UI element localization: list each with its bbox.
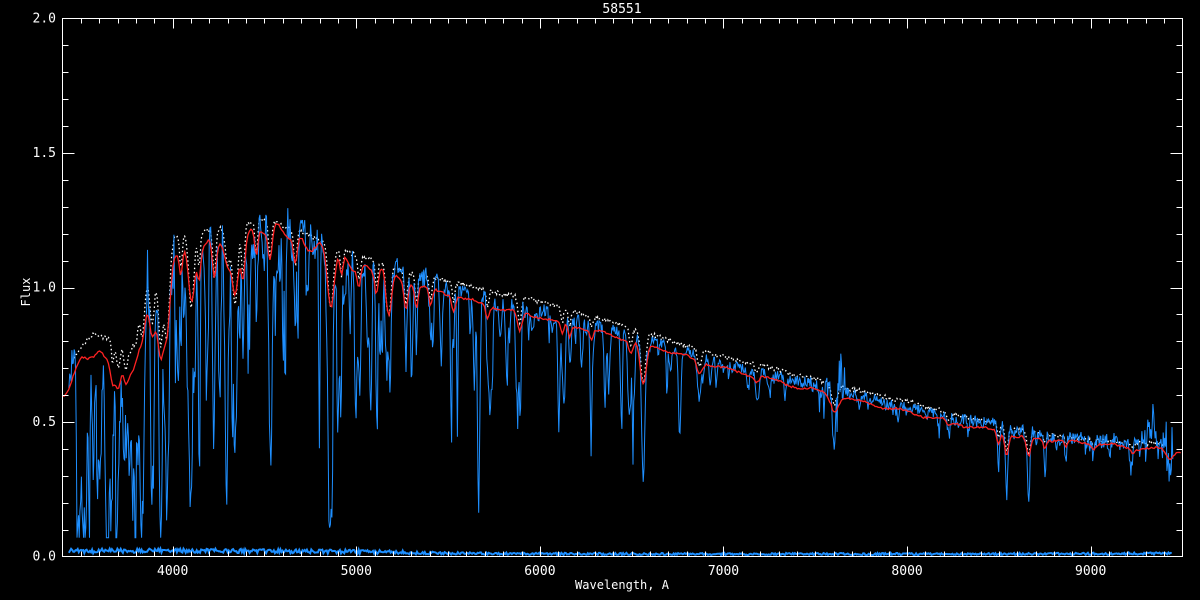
x-tick-label: 4000 — [157, 564, 188, 579]
series-layer — [62, 208, 1181, 557]
spectrum-figure: 4000 5000 6000 7000 8000 9000 0.0 0.5 1.0 1.5 2.0 … — [0, 0, 1200, 600]
y-axis-label: Flux — [19, 278, 33, 307]
y-tick-label: 1.5 — [33, 146, 56, 161]
chart-title: 58551 — [602, 2, 641, 17]
spectrum-chart-svg: 4000 5000 6000 7000 8000 90000.00.51.01.52.0 … — [19, 2, 1183, 592]
y-tick-label: 1.0 — [33, 281, 56, 296]
y-tick-label: 2.0 — [33, 12, 56, 27]
x-tick-label: 9000 — [1075, 564, 1106, 579]
error-spectrum-line — [68, 545, 1172, 557]
y-tick-label: 0.5 — [33, 415, 56, 430]
x-axis-label: Wavelength, A — [575, 578, 670, 592]
x-tick-label: 6000 — [524, 564, 555, 579]
y-tick-label: 0.0 — [33, 550, 56, 565]
x-tick-label: 5000 — [341, 564, 372, 579]
observed-spectrum-line — [68, 208, 1174, 539]
template-spectrum-line — [71, 217, 1165, 456]
x-tick-label: 8000 — [891, 564, 922, 579]
x-tick-label: 7000 — [708, 564, 739, 579]
